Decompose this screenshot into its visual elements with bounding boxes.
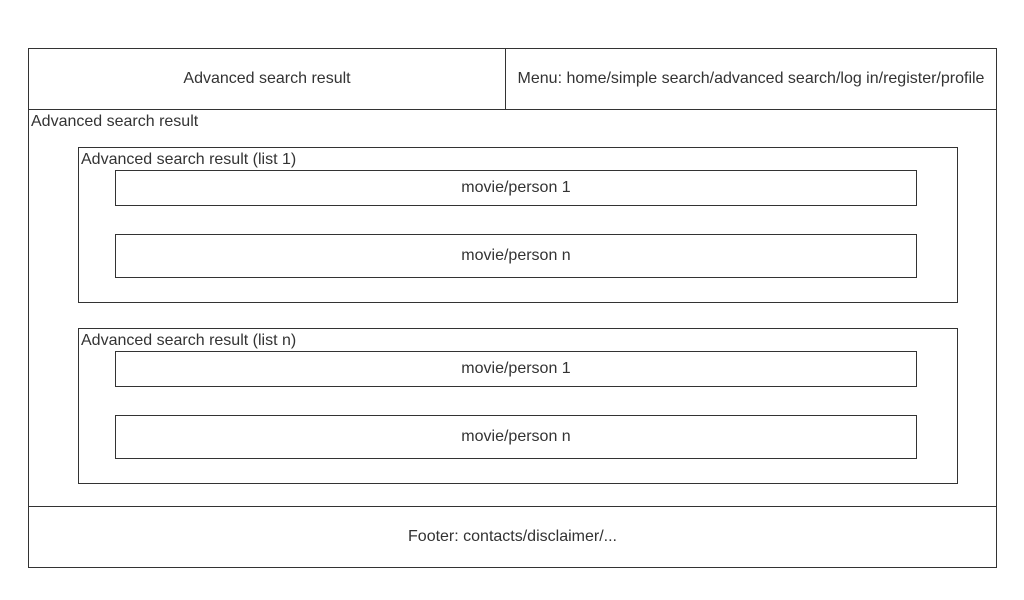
result-list-n-item-n[interactable]: movie/person n xyxy=(115,415,917,459)
result-list-1-item-n[interactable]: movie/person n xyxy=(115,234,917,278)
result-list-1-label: Advanced search result (list 1) xyxy=(81,151,297,168)
content-area: Advanced search result Advanced search r… xyxy=(28,109,997,507)
result-list-1-item-1[interactable]: movie/person 1 xyxy=(115,170,917,206)
header-title-text: Advanced search result xyxy=(183,70,351,87)
result-list-n-item-n-label: movie/person n xyxy=(461,428,571,445)
content-label: Advanced search result xyxy=(31,113,199,130)
footer-text[interactable]: Footer: contacts/disclaimer/... xyxy=(408,528,617,546)
header-title-box: Advanced search result xyxy=(28,48,506,110)
result-list-n-item-1[interactable]: movie/person 1 xyxy=(115,351,917,387)
footer-box: Footer: contacts/disclaimer/... xyxy=(28,506,997,568)
result-list-1-item-n-label: movie/person n xyxy=(461,247,571,264)
header-menu-text[interactable]: Menu: home/simple search/advanced search… xyxy=(518,70,985,88)
result-list-n-item-1-label: movie/person 1 xyxy=(461,360,571,377)
result-list-1: Advanced search result (list 1) movie/pe… xyxy=(78,147,958,303)
result-list-n: Advanced search result (list n) movie/pe… xyxy=(78,328,958,484)
result-list-1-item-1-label: movie/person 1 xyxy=(461,179,571,196)
header-menu-box[interactable]: Menu: home/simple search/advanced search… xyxy=(505,48,997,110)
result-list-n-label: Advanced search result (list n) xyxy=(81,332,297,349)
